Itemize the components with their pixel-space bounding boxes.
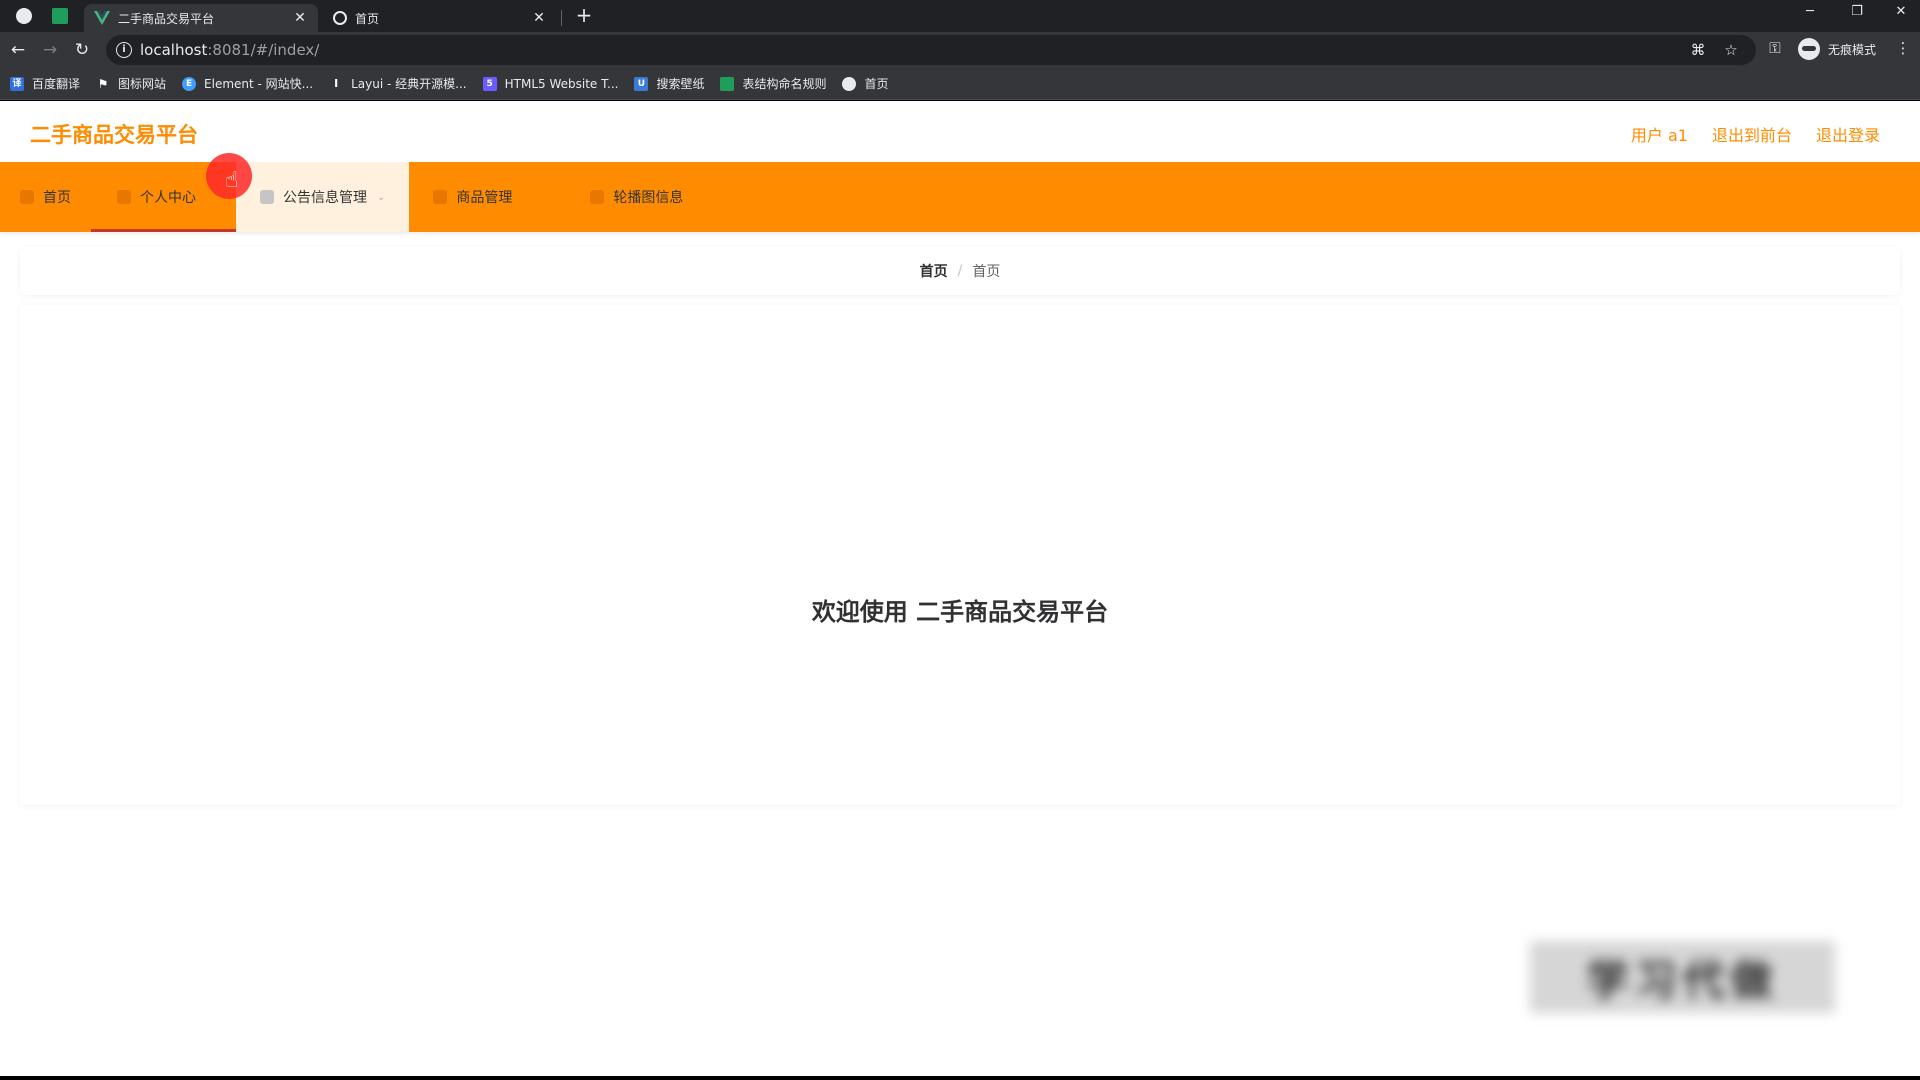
breadcrumb: 首页 / 首页 xyxy=(20,247,1900,295)
bookmark-item[interactable]: ⚑ 图标网站 xyxy=(96,75,166,92)
bookmarks-bar: 译百度翻译 ⚑ 图标网站 E Element - 网站快... Ⅰ Layui - 经… xyxy=(0,68,1920,100)
bookmark-item[interactable]: E Element - 网站快... xyxy=(182,75,313,92)
home-icon xyxy=(20,190,34,204)
chevron-down-icon: ⌄ xyxy=(377,191,386,203)
current-user-link[interactable]: 用户 a1 xyxy=(1631,122,1688,146)
blurred-watermark: 学习代做 xyxy=(1530,941,1835,1013)
tab-title: 首页 xyxy=(355,11,380,26)
brand-title: 二手商品交易平台 xyxy=(30,123,198,147)
translate-icon[interactable]: ⌘ xyxy=(1688,41,1708,59)
bookmark-label: 搜索壁纸 xyxy=(656,77,705,91)
chrome-globe-icon[interactable] xyxy=(16,8,32,24)
vue-logo-icon xyxy=(94,10,110,26)
bookmark-item[interactable]: 首页 xyxy=(842,75,889,92)
url-path: :8081/#/index/ xyxy=(207,41,320,59)
breadcrumb-separator: / xyxy=(957,263,963,279)
watermark-text: 学习代做 xyxy=(1586,955,1779,1005)
tab-close-icon[interactable]: ✕ xyxy=(292,10,308,26)
welcome-heading: 欢迎使用 二手商品交易平台 xyxy=(811,598,1109,626)
menu-item-carousel-info[interactable]: 轮播图信息 xyxy=(570,162,703,232)
menu-item-label: 轮播图信息 xyxy=(613,190,684,206)
menu-item-home[interactable]: 首页 xyxy=(0,162,91,232)
reload-button[interactable]: ↻ xyxy=(70,38,94,62)
menu-item-goods-management[interactable]: 商品管理 xyxy=(409,162,570,232)
bookmark-label: 图标网站 xyxy=(118,77,167,91)
browser-tab-bar: 二手商品交易平台 ✕ 首页 ✕ + ─ ❐ ✕ xyxy=(0,0,1920,32)
menu-item-label: 首页 xyxy=(43,190,71,206)
layui-icon: Ⅰ xyxy=(334,76,339,90)
menu-item-label: 公告信息管理 xyxy=(283,190,367,206)
back-button[interactable]: ← xyxy=(6,38,30,62)
click-indicator: ☝ xyxy=(206,153,252,199)
incognito-indicator[interactable]: 无痕模式 xyxy=(1798,38,1876,60)
tab-home[interactable]: 首页 ✕ xyxy=(323,4,557,32)
forward-button[interactable]: → xyxy=(38,38,62,62)
bookmark-label: Element - 网站快... xyxy=(204,77,314,91)
key-icon[interactable]: ⚿ xyxy=(1764,39,1786,57)
bookmark-label: Layui - 经典开源模... xyxy=(351,77,467,91)
menu-item-label: 商品管理 xyxy=(456,190,513,206)
tab-divider xyxy=(561,10,562,26)
menu-item-label: 个人中心 xyxy=(140,190,196,206)
main-content: 欢迎使用 二手商品交易平台 xyxy=(20,305,1900,805)
bookmark-item[interactable]: U 搜索壁纸 xyxy=(634,75,704,92)
bookmark-item[interactable]: 表结构命名规则 xyxy=(720,75,826,92)
breadcrumb-home[interactable]: 首页 xyxy=(920,261,948,281)
address-bar[interactable]: i localhost:8081/#/index/ ⌘ ☆ xyxy=(106,35,1756,65)
app-header: 二手商品交易平台 用户 a1 退出到前台 退出登录 xyxy=(0,101,1920,162)
sheet-icon[interactable] xyxy=(52,8,68,24)
bottom-edge xyxy=(0,1076,1920,1080)
new-tab-button[interactable]: + xyxy=(572,4,596,28)
main-menu: 首页 个人中心 公告信息管理 ⌄ 商品管理 轮播图信息 xyxy=(0,162,1920,232)
more-menu-icon[interactable]: ⋮ xyxy=(1892,39,1914,57)
sheet-icon xyxy=(720,76,735,91)
bookmark-label: 首页 xyxy=(864,77,889,91)
hand-cursor-icon: ☝ xyxy=(225,168,239,193)
browser-toolbar: ← → ↻ i localhost:8081/#/index/ ⌘ ☆ ⚿ 无痕… xyxy=(0,32,1920,68)
minimize-button[interactable]: ─ xyxy=(1795,4,1825,19)
tab-title: 二手商品交易平台 xyxy=(118,11,215,26)
flag-icon: ⚑ xyxy=(97,76,109,91)
url-host: localhost xyxy=(140,41,208,59)
element-icon: E xyxy=(182,76,197,91)
close-window-button[interactable]: ✕ xyxy=(1886,4,1916,19)
user-icon xyxy=(117,190,131,204)
notice-icon xyxy=(260,190,274,204)
menu-item-notice-management[interactable]: 公告信息管理 ⌄ xyxy=(236,162,410,232)
exit-to-front-link[interactable]: 退出到前台 xyxy=(1712,122,1792,146)
carousel-icon xyxy=(590,190,605,204)
url-text[interactable]: localhost:8081/#/index/ xyxy=(140,41,319,59)
site-info-icon[interactable]: i xyxy=(116,42,132,58)
incognito-icon xyxy=(1798,38,1820,60)
bookmark-item[interactable]: 译百度翻译 xyxy=(10,75,80,92)
goods-icon xyxy=(433,190,448,204)
bookmark-label: HTML5 Website T... xyxy=(504,76,619,91)
tab-close-icon[interactable]: ✕ xyxy=(531,10,547,26)
tab-app[interactable]: 二手商品交易平台 ✕ xyxy=(84,4,318,32)
incognito-label: 无痕模式 xyxy=(1828,42,1877,57)
bookmark-item[interactable]: Ⅰ Layui - 经典开源模... xyxy=(329,75,467,92)
globe-icon xyxy=(842,76,857,91)
restore-button[interactable]: ❐ xyxy=(1842,4,1872,19)
app-page: 二手商品交易平台 用户 a1 退出到前台 退出登录 首页 个人中心 公告信息管理… xyxy=(0,101,1920,1076)
logout-link[interactable]: 退出登录 xyxy=(1816,122,1880,146)
bookmark-label: 表结构命名规则 xyxy=(742,77,827,91)
html5-template-icon: 5 xyxy=(482,76,497,91)
globe-icon xyxy=(333,11,347,25)
baidu-translate-icon: 译 xyxy=(10,76,24,91)
bookmark-label: 百度翻译 xyxy=(32,77,81,91)
wallpaper-icon: U xyxy=(634,76,649,91)
user-links: 用户 a1 退出到前台 退出登录 xyxy=(1607,122,1880,146)
breadcrumb-current: 首页 xyxy=(972,264,1001,280)
bookmark-star-icon[interactable]: ☆ xyxy=(1721,41,1741,59)
bookmark-item[interactable]: 5 HTML5 Website T... xyxy=(482,76,619,91)
